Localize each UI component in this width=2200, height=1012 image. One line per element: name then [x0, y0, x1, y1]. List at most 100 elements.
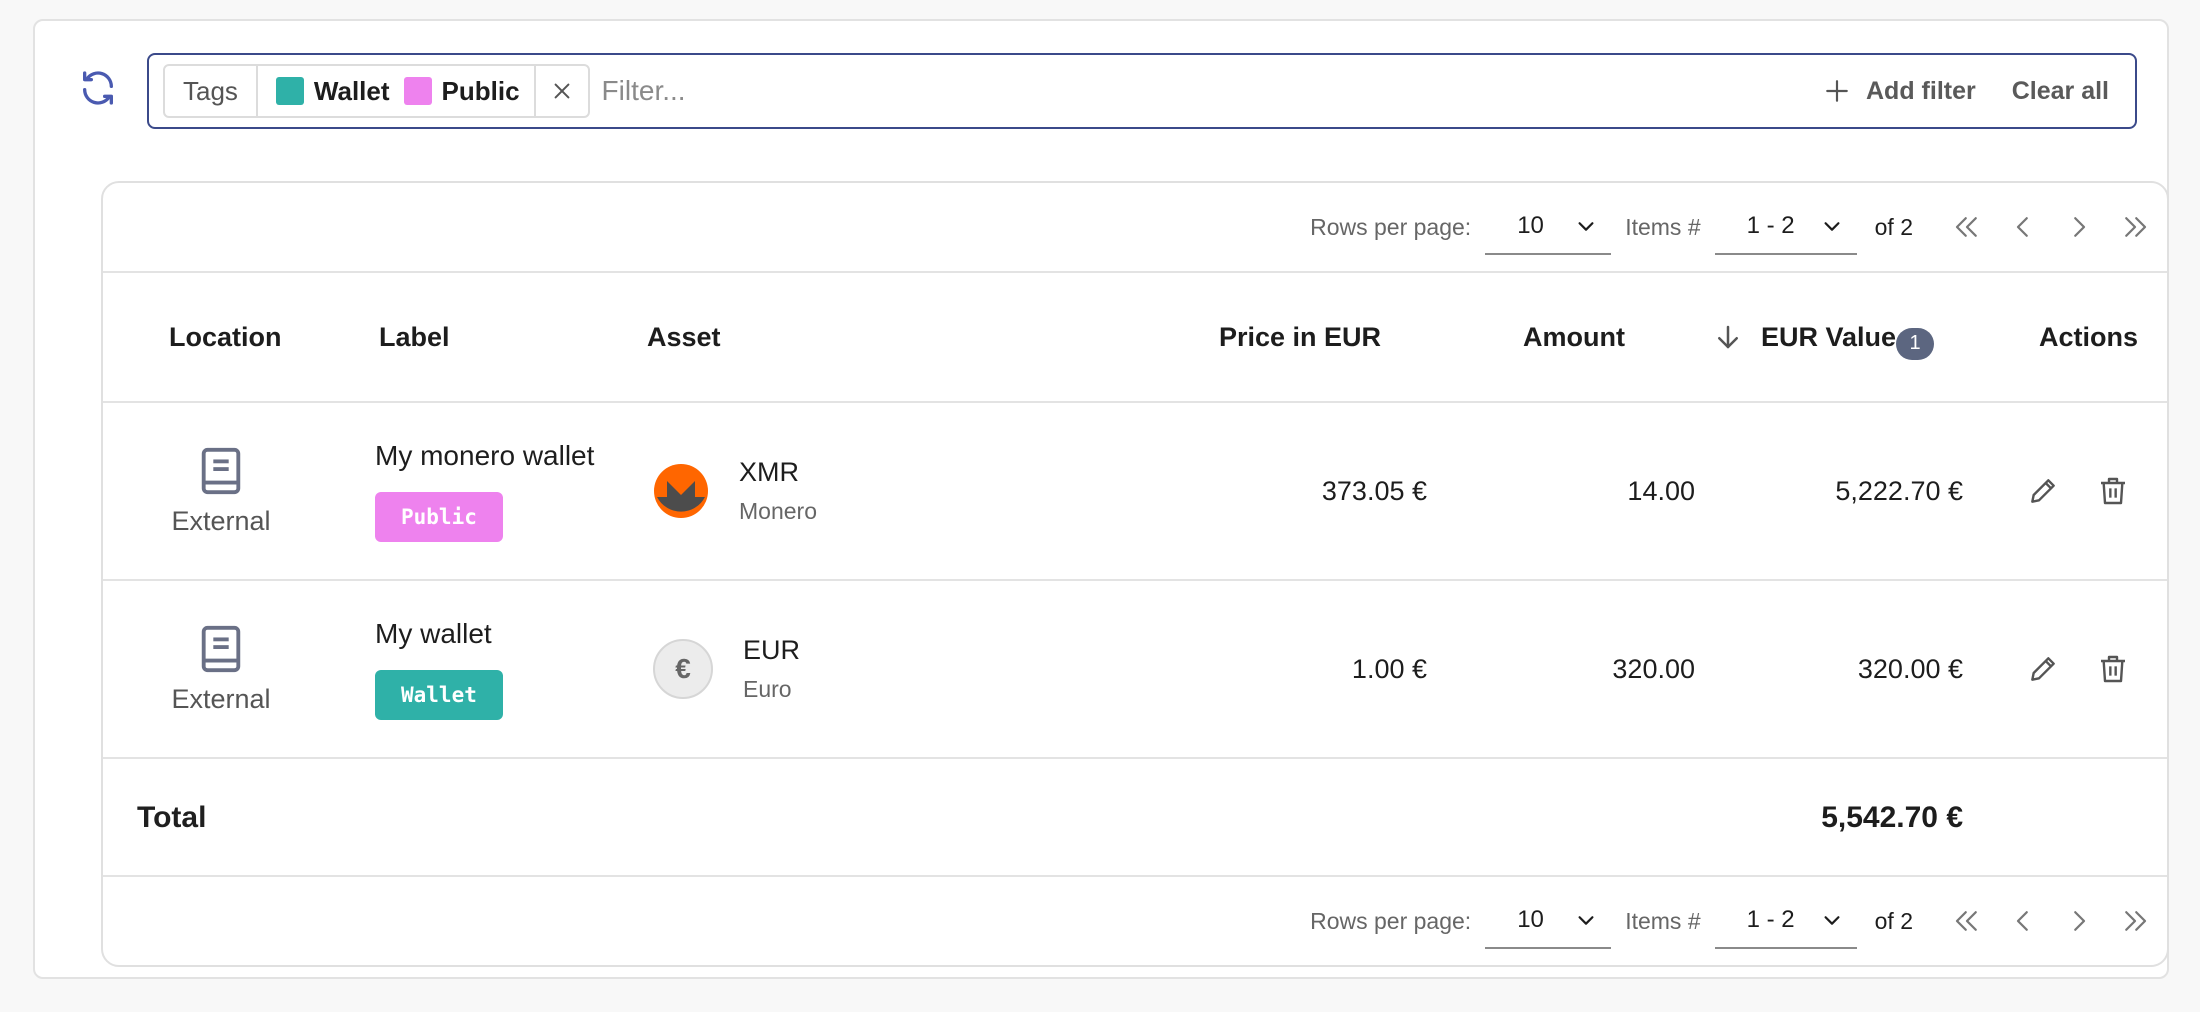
chevron-down-icon — [1824, 222, 1840, 231]
asset-cell[interactable]: € EUR Euro — [653, 581, 800, 757]
double-chevron-right-icon — [2125, 217, 2147, 237]
edit-button[interactable] — [2023, 649, 2063, 689]
eur-value-label-wrap: EUR Value 1 — [1761, 321, 1935, 360]
rows-per-page-value: 10 — [1517, 212, 1544, 239]
value-cell: 320.00 € — [1857, 653, 1963, 684]
asset-name: Monero — [739, 498, 817, 524]
pencil-icon — [2031, 479, 2055, 503]
add-filter-label: Add filter — [1866, 76, 1976, 105]
total-value: 5,542.70 € — [1821, 801, 1963, 834]
monero-icon — [654, 464, 708, 518]
header-label[interactable]: Label — [379, 273, 450, 401]
add-filter-button[interactable]: Add filter — [1824, 77, 1976, 106]
amount-cell: 320.00 — [1612, 653, 1695, 684]
balances-card: Tags Wallet Public Add filter Clear all — [33, 19, 2169, 979]
chip-values: Wallet Public — [258, 66, 536, 116]
chip-value-label: Wallet — [313, 75, 390, 106]
chip-value-wallet: Wallet — [275, 75, 390, 107]
first-page-button[interactable] — [1939, 199, 1995, 255]
last-page-button[interactable] — [2107, 199, 2163, 255]
asset-symbol: EUR — [743, 635, 801, 665]
chip-value-label: Public — [441, 75, 520, 106]
value-cell: 5,222.70 € — [1835, 475, 1963, 506]
chevron-down-icon — [1578, 222, 1594, 231]
eur-value-label: EUR Value — [1761, 321, 1897, 352]
header-actions: Actions — [2039, 321, 2139, 352]
last-page-button[interactable] — [2107, 893, 2163, 949]
refresh-icon — [83, 71, 114, 105]
refresh-button[interactable] — [73, 63, 123, 113]
balances-table: Rows per page: 10 Items # 1 - 2 of 2 Loc… — [101, 181, 2169, 967]
remove-chip-button[interactable] — [536, 66, 588, 116]
chevron-down-icon — [1578, 916, 1594, 925]
clear-all-button[interactable]: Clear all — [2012, 77, 2109, 106]
filter-input[interactable] — [589, 55, 1824, 127]
tags-filter-chip[interactable]: Tags Wallet Public — [163, 64, 590, 118]
items-range-select[interactable]: 1 - 2 — [1714, 893, 1857, 949]
pencil-icon — [2031, 657, 2055, 681]
book-icon — [201, 625, 241, 672]
first-page-button[interactable] — [1939, 893, 1995, 949]
total-label: Total — [137, 801, 207, 834]
rows-per-page-label: Rows per page: — [1310, 907, 1472, 934]
actions-cell — [2023, 581, 2133, 757]
delete-button[interactable] — [2093, 471, 2133, 511]
prev-page-button[interactable] — [1995, 893, 2051, 949]
rows-per-page-label: Rows per page: — [1310, 213, 1472, 240]
pagination-top: Rows per page: 10 Items # 1 - 2 of 2 — [103, 183, 2167, 273]
sort-order-badge: 1 — [1896, 327, 1935, 360]
delete-button[interactable] — [2093, 649, 2133, 689]
items-range-value: 1 - 2 — [1746, 212, 1795, 239]
public-color-swatch — [403, 77, 432, 105]
prev-page-button[interactable] — [1995, 199, 2051, 255]
asset-symbol: XMR — [739, 457, 799, 487]
items-label: Items # — [1625, 907, 1701, 934]
header-location[interactable]: Location — [169, 273, 282, 401]
chevron-right-icon — [2074, 217, 2086, 237]
header-asset[interactable]: Asset — [647, 273, 721, 401]
chevron-down-icon — [1824, 916, 1840, 925]
chevron-left-icon — [2016, 217, 2028, 237]
rows-per-page-select[interactable]: 10 — [1485, 893, 1612, 949]
rows-per-page-value: 10 — [1517, 906, 1544, 933]
of-total: of 2 — [1874, 213, 1913, 240]
of-total: of 2 — [1874, 907, 1913, 934]
tag-pill-public[interactable]: Public — [375, 492, 503, 542]
account-label: My monero wallet — [375, 440, 595, 471]
asset-cell[interactable]: XMR Monero — [653, 403, 817, 579]
next-page-button[interactable] — [2051, 893, 2107, 949]
header-price[interactable]: Price in EUR — [1219, 273, 1381, 401]
close-icon — [554, 83, 569, 99]
asset-name: Euro — [743, 676, 792, 702]
euro-icon: € — [653, 639, 713, 699]
table-header: Location Label Asset Price in EUR Amount… — [103, 273, 2167, 403]
amount-cell: 14.00 — [1627, 475, 1695, 506]
filter-bar[interactable]: Tags Wallet Public Add filter Clear all — [147, 53, 2137, 129]
total-row: Total 5,542.70 € — [103, 759, 2167, 877]
plus-icon — [1826, 80, 1848, 102]
header-amount[interactable]: Amount — [1523, 273, 1625, 401]
account-label: My wallet — [375, 618, 492, 649]
price-cell: 1.00 € — [1351, 653, 1427, 684]
items-range-select[interactable]: 1 - 2 — [1714, 199, 1857, 255]
edit-button[interactable] — [2023, 471, 2063, 511]
trash-icon — [2101, 477, 2125, 505]
pagination-bottom: Rows per page: 10 Items # 1 - 2 of 2 — [103, 875, 2167, 965]
wallet-color-swatch — [275, 77, 304, 105]
chip-key: Tags — [165, 66, 258, 116]
double-chevron-left-icon — [1955, 911, 1977, 931]
next-page-button[interactable] — [2051, 199, 2107, 255]
location-cell: External — [133, 403, 309, 579]
double-chevron-left-icon — [1955, 217, 1977, 237]
label-cell: My wallet Wallet — [375, 581, 503, 757]
rows-per-page-select[interactable]: 10 — [1485, 199, 1612, 255]
header-eur-value[interactable]: EUR Value 1 — [1713, 273, 1935, 401]
location-cell: External — [133, 581, 309, 757]
location-text: External — [171, 505, 271, 536]
trash-icon — [2101, 655, 2125, 683]
chevron-left-icon — [2016, 911, 2028, 931]
asset-text: XMR Monero — [739, 457, 817, 525]
double-chevron-right-icon — [2125, 911, 2147, 931]
chevron-right-icon — [2074, 911, 2086, 931]
tag-pill-wallet[interactable]: Wallet — [375, 670, 503, 720]
